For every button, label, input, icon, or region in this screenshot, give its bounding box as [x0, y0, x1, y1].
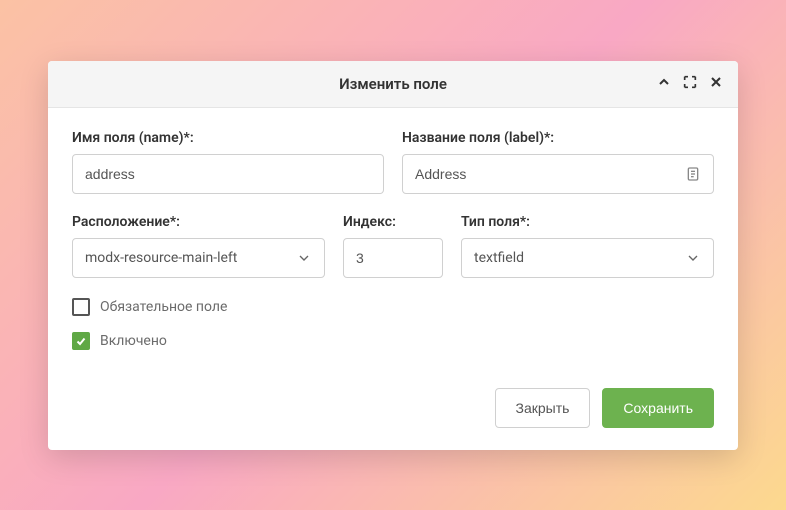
location-value: modx-resource-main-left — [85, 250, 237, 266]
chevron-down-icon — [685, 250, 701, 266]
location-select[interactable]: modx-resource-main-left — [72, 238, 325, 278]
close-icon[interactable] — [708, 74, 724, 94]
modal-footer: Закрыть Сохранить — [48, 374, 738, 450]
type-select[interactable]: textfield — [461, 238, 714, 278]
modal-header-actions — [656, 74, 724, 94]
required-checkbox[interactable] — [72, 298, 90, 316]
enabled-checkbox-label: Включено — [100, 333, 167, 349]
index-input[interactable] — [343, 238, 443, 278]
location-label: Расположение*: — [72, 214, 325, 230]
chevron-down-icon — [296, 250, 312, 266]
collapse-icon[interactable] — [656, 74, 672, 94]
close-button[interactable]: Закрыть — [495, 388, 591, 428]
modal-title: Изменить поле — [339, 75, 447, 93]
expand-icon[interactable] — [682, 74, 698, 94]
index-input-field[interactable] — [356, 250, 430, 266]
required-checkbox-label: Обязательное поле — [100, 299, 227, 315]
name-input-field[interactable] — [85, 166, 371, 182]
edit-field-modal: Изменить поле Имя поля (name)*: Название… — [48, 61, 738, 450]
label-input[interactable] — [402, 154, 714, 194]
save-button[interactable]: Сохранить — [602, 388, 714, 428]
type-value: textfield — [474, 250, 524, 266]
enabled-checkbox[interactable] — [72, 332, 90, 350]
label-label: Название поля (label)*: — [402, 130, 714, 146]
name-label: Имя поля (name)*: — [72, 130, 384, 146]
label-input-field[interactable] — [415, 166, 677, 182]
index-label: Индекс: — [343, 214, 443, 230]
enabled-checkbox-row[interactable]: Включено — [72, 332, 714, 350]
modal-header: Изменить поле — [48, 61, 738, 108]
label-suggestion-icon[interactable] — [685, 166, 701, 182]
modal-body: Имя поля (name)*: Название поля (label)*… — [48, 108, 738, 374]
name-input[interactable] — [72, 154, 384, 194]
required-checkbox-row[interactable]: Обязательное поле — [72, 298, 714, 316]
type-label: Тип поля*: — [461, 214, 714, 230]
